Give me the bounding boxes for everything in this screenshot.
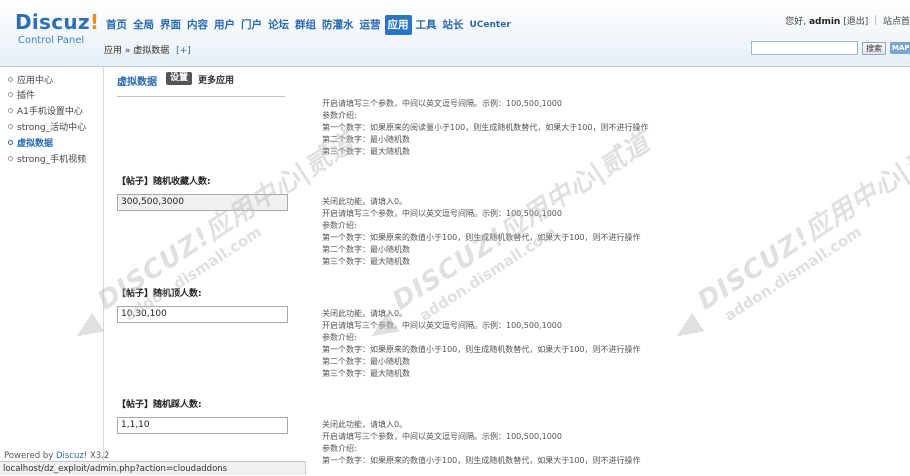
bullet-icon [8,92,13,97]
main-content: 虚拟数据 设置 更多应用 开启请填写三个参数，中间以英文逗号间隔。示例：100,… [104,67,910,475]
nav-operation[interactable]: 运营 [358,15,383,35]
logo-bang: ! [89,10,100,34]
setting-description: 关闭此功能，请填入0。 开启请填写三个参数，中间以英文逗号间隔。示例：100,5… [322,309,641,378]
bullet-icon [8,140,13,145]
nav-founder[interactable]: 站长 [441,15,466,35]
discuz-logo[interactable]: Discuz! Control Panel [15,10,99,46]
nav-forum[interactable]: 论坛 [266,15,291,35]
bullet-icon [8,156,13,161]
username: admin [808,17,841,27]
nav-tools[interactable]: 工具 [414,15,439,35]
bullet-icon [8,124,13,129]
setting-label-favorites: 【帖子】随机收藏人数: [117,177,211,187]
setting-description: 关闭此功能，请填入0。 开启请填写三个参数，中间以英文逗号间隔。示例：100,5… [322,197,641,266]
browser-status-bar: localhost/dz_exploit/admin.php?action=cl… [0,461,306,475]
sidebar-item-strong-video[interactable]: strong_手机视频 [8,152,86,165]
nav-antispam[interactable]: 防灌水 [320,15,356,35]
tab-settings[interactable]: 设置 [166,72,193,85]
upvotes-input[interactable] [117,306,288,323]
setting-label-downvotes: 【帖子】随机踩人数: [117,400,202,410]
tab-more-apps[interactable]: 更多应用 [198,73,234,86]
bullet-icon [8,108,13,113]
sidebar-item-strong-activity[interactable]: strong_活动中心 [8,120,86,133]
breadcrumb-path: 应用 » 虚拟数据 [104,46,170,56]
search-button[interactable]: 搜索 [862,42,886,55]
site-home-link[interactable]: 站点首 [883,17,910,27]
nav-style[interactable]: 界面 [158,15,183,35]
logout-link[interactable]: [退出] [843,17,868,27]
sidebar-item-virtual-data[interactable]: 虚拟数据 [8,136,53,149]
setting-description: 开启请填写三个参数，中间以英文逗号间隔。示例：100,500,1000 参数介绍… [322,99,649,156]
user-info: 您好, admin [退出] 站点首 [785,14,910,27]
divider [875,15,877,25]
nav-content[interactable]: 内容 [185,15,210,35]
sidebar-item-a1-mobile[interactable]: A1手机设置中心 [8,104,83,117]
map-button[interactable]: MAP [890,42,910,54]
main-nav: 首页 全局 界面 内容 用户 门户 论坛 群组 防灌水 运营 应用 工具 站长 … [104,15,515,35]
sidebar-item-app-center[interactable]: 应用中心 [8,73,53,86]
setting-description: 关闭此功能，请填入0。 开启请填写三个参数，中间以英文逗号间隔。示例：100,5… [322,420,641,465]
breadcrumb: 应用 » 虚拟数据 [+] [104,43,191,56]
nav-group[interactable]: 群组 [293,15,318,35]
discuz-link[interactable]: Discuz! [56,451,87,461]
greeting: 您好, [785,17,807,27]
nav-portal[interactable]: 门户 [239,15,264,35]
add-shortcut-link[interactable]: [+] [176,46,191,56]
setting-label-upvotes: 【帖子】随机顶人数: [117,289,202,299]
nav-apps[interactable]: 应用 [384,15,412,35]
nav-global[interactable]: 全局 [131,15,156,35]
nav-user[interactable]: 用户 [212,15,237,35]
logo-subtitle: Control Panel [17,35,85,46]
powered-by: Powered by Discuz! X3.2 [4,451,110,461]
page-title: 虚拟数据 [117,77,157,88]
logo-brand: Discuz [15,10,90,34]
nav-home[interactable]: 首页 [104,15,129,35]
favorites-input[interactable] [117,194,288,211]
bullet-icon [8,77,13,82]
search-input[interactable] [751,41,858,55]
sidebar-item-plugins[interactable]: 插件 [8,88,35,101]
top-header: Discuz! Control Panel 首页 全局 界面 内容 用户 门户 … [0,0,910,67]
nav-ucenter[interactable]: UCenter [468,15,513,35]
downvotes-input[interactable] [117,417,288,434]
sidebar: 应用中心 插件 A1手机设置中心 strong_活动中心 虚拟数据 strong… [0,67,104,475]
divider [117,96,285,97]
